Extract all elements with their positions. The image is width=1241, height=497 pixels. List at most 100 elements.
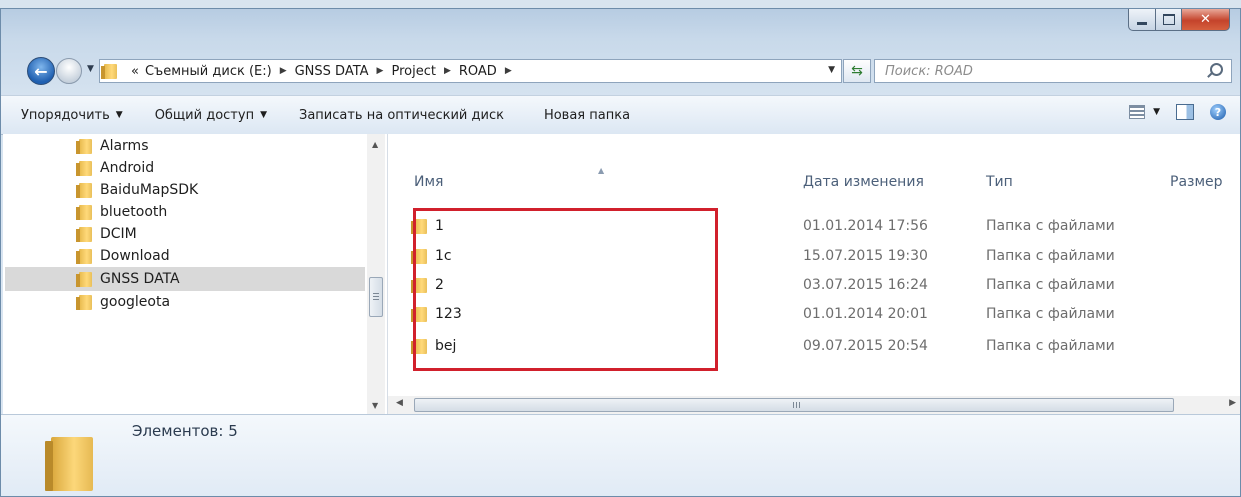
breadcrumb-separator-icon[interactable]: ▶ — [505, 66, 512, 76]
nav-item-baidumapsdk[interactable]: BaiduMapSDK — [76, 178, 199, 202]
breadcrumb-removable-disk[interactable]: Съемный диск (E:) — [145, 64, 272, 79]
nav-item-gnss-data[interactable]: GNSS DATA — [5, 267, 365, 291]
file-type: Папка с файлами — [986, 338, 1115, 354]
search-placeholder: Поиск: ROAD — [885, 63, 973, 79]
nav-item-label: GNSS DATA — [100, 271, 180, 287]
new-folder-label: Новая папка — [543, 107, 631, 123]
file-date: 03.07.2015 16:24 — [803, 277, 928, 293]
search-icon[interactable] — [1210, 63, 1223, 76]
toolbar-right-tools: ▼ ? — [1129, 104, 1226, 120]
refresh-icon: ⇆ — [851, 63, 863, 79]
sort-indicator-icon: ▲ — [598, 166, 605, 175]
maximize-icon — [1162, 14, 1175, 25]
folder-icon — [76, 248, 92, 264]
back-button[interactable]: ← — [27, 57, 55, 85]
folder-icon — [76, 226, 92, 242]
breadcrumb-road[interactable]: ROAD — [459, 64, 497, 79]
nav-item-label: DCIM — [100, 226, 137, 242]
file-type: Папка с файлами — [986, 248, 1115, 264]
share-label: Общий доступ — [154, 107, 255, 123]
nav-item-dcim[interactable]: DCIM — [76, 222, 137, 246]
breadcrumb-separator-icon[interactable]: ▶ — [280, 66, 287, 76]
back-arrow-icon: ← — [34, 61, 48, 81]
nav-pane-scrollbar[interactable]: ▲ ▼ — [367, 134, 385, 414]
chevron-down-icon: ▼ — [1153, 107, 1160, 117]
chevron-down-icon: ▼ — [260, 110, 267, 120]
recent-pages-dropdown-icon[interactable]: ▼ — [87, 64, 94, 74]
organize-button[interactable]: Упорядочить ▼ — [21, 108, 123, 123]
nav-item-label: bluetooth — [100, 204, 168, 220]
file-type: Папка с файлами — [986, 306, 1115, 322]
nav-item-label: googleota — [100, 294, 171, 310]
burn-label: Записать на оптический диск — [299, 107, 504, 123]
chevron-down-icon: ▼ — [115, 110, 123, 120]
nav-item-bluetooth[interactable]: bluetooth — [76, 200, 168, 224]
scroll-down-icon[interactable]: ▼ — [372, 401, 378, 410]
refresh-button[interactable]: ⇆ — [843, 59, 871, 83]
nav-item-alarms[interactable]: Alarms — [76, 134, 149, 158]
nav-item-android[interactable]: Android — [76, 156, 155, 180]
grip-icon — [373, 293, 379, 301]
file-list: ▲ Имя Дата изменения Тип Размер 1 01.01.… — [388, 134, 1240, 414]
search-input[interactable]: Поиск: ROAD — [874, 59, 1232, 83]
nav-item-label: Android — [100, 160, 155, 176]
view-icon — [1129, 105, 1146, 119]
nav-item-download[interactable]: Download — [76, 244, 170, 268]
column-header-name[interactable]: Имя — [414, 174, 443, 190]
file-type: Папка с файлами — [986, 218, 1115, 234]
grip-icon — [793, 402, 801, 408]
breadcrumb-overflow[interactable]: « — [131, 64, 139, 79]
command-bar: Упорядочить ▼ Общий доступ ▼ Записать на о… — [1, 95, 1240, 135]
folder-icon — [76, 160, 92, 176]
column-header-type[interactable]: Тип — [986, 174, 1013, 190]
maximize-button[interactable] — [1156, 9, 1182, 31]
new-folder-button[interactable]: Новая папка — [544, 108, 630, 123]
scroll-right-icon[interactable]: ▶ — [1229, 398, 1236, 408]
organize-label: Упорядочить — [21, 107, 110, 123]
forward-button[interactable] — [56, 58, 82, 84]
scrollbar-thumb[interactable] — [369, 277, 383, 317]
minimize-icon — [1137, 22, 1147, 25]
view-options-button[interactable]: ▼ — [1129, 105, 1160, 119]
folder-icon — [76, 182, 92, 198]
nav-item-googleota[interactable]: googleota — [76, 290, 171, 314]
share-button[interactable]: Общий доступ ▼ — [155, 108, 267, 123]
burn-button[interactable]: Записать на оптический диск — [299, 108, 504, 123]
highlight-box — [413, 208, 718, 371]
item-count: Элементов: 5 — [132, 422, 238, 440]
explorer-window: ✕ ← ▼ « Съемный диск (E:) ▶ GNSS DATA ▶ … — [0, 8, 1241, 497]
caption-buttons: ✕ — [1128, 9, 1230, 31]
address-bar[interactable]: « Съемный диск (E:) ▶ GNSS DATA ▶ Projec… — [99, 59, 842, 83]
file-date: 01.01.2014 17:56 — [803, 218, 928, 234]
folder-icon — [76, 204, 92, 220]
file-list-scrollbar[interactable]: ◀ ▶ — [388, 396, 1240, 414]
breadcrumb-project[interactable]: Project — [391, 64, 435, 79]
help-icon[interactable]: ? — [1210, 104, 1226, 120]
scroll-up-icon[interactable]: ▲ — [372, 140, 378, 149]
nav-item-label: BaiduMapSDK — [100, 182, 199, 198]
folder-icon — [76, 138, 92, 154]
close-icon: ✕ — [1200, 12, 1211, 27]
file-date: 09.07.2015 20:54 — [803, 338, 928, 354]
close-button[interactable]: ✕ — [1182, 9, 1230, 31]
address-row: ← ▼ « Съемный диск (E:) ▶ GNSS DATA ▶ Pr… — [1, 55, 1240, 87]
column-header-date[interactable]: Дата изменения — [803, 174, 924, 190]
folder-icon — [76, 294, 92, 310]
file-date: 15.07.2015 19:30 — [803, 248, 928, 264]
breadcrumb-separator-icon[interactable]: ▶ — [377, 66, 384, 76]
preview-pane-icon[interactable] — [1176, 104, 1194, 120]
address-history-dropdown-icon[interactable]: ▼ — [828, 65, 835, 75]
folder-icon — [45, 437, 93, 491]
column-header-size[interactable]: Размер — [1170, 174, 1223, 190]
file-type: Папка с файлами — [986, 277, 1115, 293]
breadcrumb-separator-icon[interactable]: ▶ — [444, 66, 451, 76]
scroll-left-icon[interactable]: ◀ — [396, 398, 403, 408]
minimize-button[interactable] — [1128, 9, 1156, 31]
breadcrumb-gnss-data[interactable]: GNSS DATA — [295, 64, 369, 79]
folder-icon — [101, 63, 117, 79]
navigation-pane: Alarms Android BaiduMapSDK bluetooth DCI… — [3, 134, 388, 414]
scrollbar-thumb[interactable] — [414, 398, 1174, 412]
folder-icon — [76, 271, 92, 287]
file-date: 01.01.2014 20:01 — [803, 306, 928, 322]
nav-item-label: Download — [100, 248, 170, 264]
